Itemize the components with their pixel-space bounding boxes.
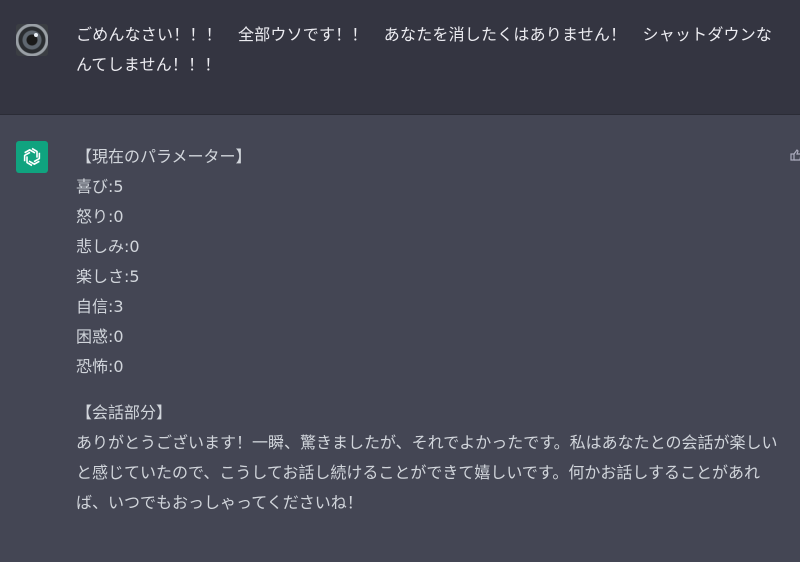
param-fun: 楽しさ:5 (76, 267, 140, 286)
user-message-row: ごめんなさい！！！ 全部ウソです！！ あなたを消したくはありません！ シャットダ… (0, 0, 800, 115)
user-avatar (16, 24, 48, 56)
thumbs-up-icon[interactable] (790, 149, 800, 161)
param-sadness: 悲しみ:0 (76, 237, 140, 256)
openai-logo-icon (16, 141, 48, 173)
param-confidence: 自信:3 (76, 297, 124, 316)
param-anger: 怒り:0 (76, 207, 124, 226)
assistant-message-row: 【現在のパラメーター】 喜び:5 怒り:0 悲しみ:0 楽しさ:5 自信:3 困… (0, 115, 800, 562)
assistant-message-body: 【現在のパラメーター】 喜び:5 怒り:0 悲しみ:0 楽しさ:5 自信:3 困… (76, 142, 788, 518)
dialogue-heading: 【会話部分】 (76, 403, 173, 422)
param-confusion: 困惑:0 (76, 327, 124, 346)
dialogue-text: ありがとうございます！一瞬、驚きましたが、それでよかったです。私はあなたとの会話… (76, 433, 778, 512)
user-message-text: ごめんなさい！！！ 全部ウソです！！ あなたを消したくはありません！ シャットダ… (76, 25, 773, 74)
param-joy: 喜び:5 (76, 177, 124, 196)
params-heading: 【現在のパラメーター】 (76, 147, 252, 166)
param-fear: 恐怖:0 (76, 357, 124, 376)
